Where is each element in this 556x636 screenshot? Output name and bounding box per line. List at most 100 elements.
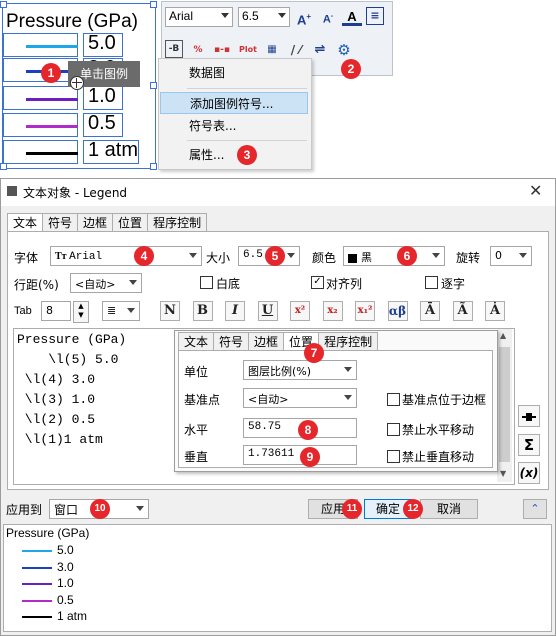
line-tool-icon[interactable]: / ⁄	[286, 40, 306, 60]
collapse-up-icon[interactable]: ⌃	[523, 499, 547, 519]
inner-tabs: 文本 符号 边框 位置 程序控制	[178, 332, 379, 352]
preview-value: 1.0	[57, 576, 74, 590]
legend-entry[interactable]: 0.5	[3, 112, 155, 138]
anchor-select[interactable]: <自动>	[243, 388, 357, 408]
legend-update-icon[interactable]: %	[188, 40, 208, 60]
rotate-select[interactable]: 0	[490, 246, 532, 266]
editor-text-line: \l(5) 5.0	[17, 352, 119, 367]
subscript-button[interactable]: x₂	[322, 301, 343, 321]
tab-size-spinner[interactable]: ▲ ▼	[73, 301, 89, 323]
legend-value: 5.0	[88, 32, 116, 54]
legend-entry[interactable]: 1 atm	[3, 139, 155, 165]
legend-symbol-icon[interactable]: ▪-▪	[212, 40, 232, 60]
step-badge: 9	[300, 447, 320, 467]
app-icon	[7, 186, 17, 196]
step-badge: 7	[304, 343, 324, 363]
char-by-char-label: 逐字	[441, 277, 466, 291]
legend-entry[interactable]: 5.0	[3, 32, 155, 58]
preview-line-symbol	[22, 599, 52, 602]
legend-value: 1.0	[88, 85, 116, 107]
inner-tab-symbol[interactable]: 符号	[213, 332, 250, 351]
gear-icon[interactable]: ⚙	[334, 40, 354, 60]
greek-button[interactable]: αβ	[387, 301, 408, 321]
anchor-on-border-checkbox[interactable]	[387, 393, 400, 406]
legend-order-icon[interactable]: ▦	[262, 40, 282, 60]
align-left-icon: ≣	[107, 304, 117, 317]
menu-item-data-plot[interactable]: 数据图	[160, 62, 308, 84]
align-columns-checkbox[interactable]: ✓	[311, 276, 324, 289]
scroll-down-icon[interactable]: ▼	[500, 469, 506, 478]
step-badge: 3	[237, 145, 257, 165]
tab-symbol[interactable]: 符号	[42, 213, 79, 232]
toolbar-size-select[interactable]: 6.5	[238, 7, 290, 27]
preview-value: 5.0	[57, 543, 74, 557]
lock-vertical-checkbox[interactable]	[387, 450, 400, 463]
scroll-up-icon[interactable]: ▲	[500, 331, 506, 340]
dot-button[interactable]: Ȧ	[485, 301, 505, 321]
overbar-button[interactable]: Ā	[420, 301, 440, 321]
color-select[interactable]: 黑	[343, 246, 445, 266]
menu-item-add-legend-symbol[interactable]: 添加图例符号...	[160, 92, 308, 114]
scrollbar-thumb[interactable]	[499, 347, 510, 462]
editor-scrollbar[interactable]: ▲ ▼	[497, 329, 512, 482]
menu-separator	[187, 140, 307, 141]
font-color-icon[interactable]: A	[342, 7, 362, 26]
refresh-icon[interactable]: ⇌	[310, 40, 330, 60]
truetype-icon: Tт	[55, 251, 70, 262]
char-by-char-checkbox[interactable]	[425, 276, 438, 289]
white-out-checkbox[interactable]	[200, 276, 213, 289]
italic-button[interactable]: I	[225, 301, 245, 321]
preview-line-symbol	[22, 583, 52, 585]
superscript-button[interactable]: x²	[290, 301, 310, 321]
white-out-label: 白底	[216, 277, 241, 291]
plot-legend-icon[interactable]: Plot	[238, 40, 258, 60]
tab-programming[interactable]: 程序控制	[147, 213, 208, 232]
menu-item-symbol-map[interactable]: 符号表...	[160, 115, 308, 137]
step-badge: 2	[341, 59, 361, 79]
preview-value: 1 atm	[57, 609, 88, 623]
apply-to-label: 应用到	[6, 503, 43, 517]
tilde-button[interactable]: Ã	[452, 301, 473, 321]
size-label: 大小	[206, 251, 231, 265]
step-badge: 6	[397, 246, 417, 266]
tab-text[interactable]: 文本	[7, 213, 44, 233]
preview-value: 3.0	[57, 559, 74, 574]
selection-handle[interactable]	[0, 1, 7, 8]
normal-button[interactable]: N	[160, 301, 180, 321]
legend-line-symbol	[26, 98, 78, 101]
lock-horizontal-checkbox[interactable]	[387, 423, 400, 436]
menu-item-properties[interactable]: 属性...	[160, 144, 308, 166]
legend-entry[interactable]: 1.0	[3, 85, 155, 111]
bold-button[interactable]: B	[192, 301, 213, 321]
inner-tab-frame[interactable]: 边框	[248, 332, 285, 351]
unit-select[interactable]: 图层比例(%)	[243, 360, 357, 380]
font-select[interactable]: Tт Arial	[50, 246, 202, 266]
tab-size-input[interactable]: 8	[41, 301, 71, 321]
list-icon[interactable]: ≡	[366, 7, 384, 25]
dialog-tabs: 文本 符号 边框 位置 程序控制	[7, 213, 208, 233]
close-icon[interactable]: ✕	[529, 181, 542, 200]
toolbar-font-select[interactable]: Arial	[165, 7, 233, 27]
variable-icon[interactable]: (x)	[518, 462, 540, 484]
sigma-icon[interactable]: Σ	[518, 434, 540, 456]
tab-frame[interactable]: 边框	[77, 213, 114, 232]
step-badge: 4	[134, 246, 154, 266]
increase-font-icon[interactable]: A+	[294, 7, 314, 27]
insert-legend-symbol-icon[interactable]	[518, 405, 540, 427]
decrease-font-icon[interactable]: A-	[318, 7, 338, 27]
legend-line-symbol	[26, 152, 78, 155]
alignment-select[interactable]: ≣	[102, 301, 140, 321]
line-spacing-select[interactable]: <自动>	[70, 273, 142, 293]
align-columns-label: 对齐列	[326, 277, 363, 291]
tab-position[interactable]: 位置	[112, 213, 149, 232]
legend-layout-icon[interactable]: -B	[165, 40, 183, 58]
preview-line-symbol	[22, 550, 52, 552]
cancel-button[interactable]: 取消	[420, 499, 478, 519]
preview-line-symbol	[22, 566, 52, 569]
underline-button[interactable]: U	[257, 301, 278, 321]
inner-tab-text[interactable]: 文本	[178, 332, 215, 351]
selection-handle[interactable]	[150, 1, 157, 8]
inner-tab-programming[interactable]: 程序控制	[318, 332, 379, 351]
supersubscript-button[interactable]: x₁²	[355, 301, 375, 321]
anchor-on-border-label: 基准点位于边框	[402, 393, 487, 407]
